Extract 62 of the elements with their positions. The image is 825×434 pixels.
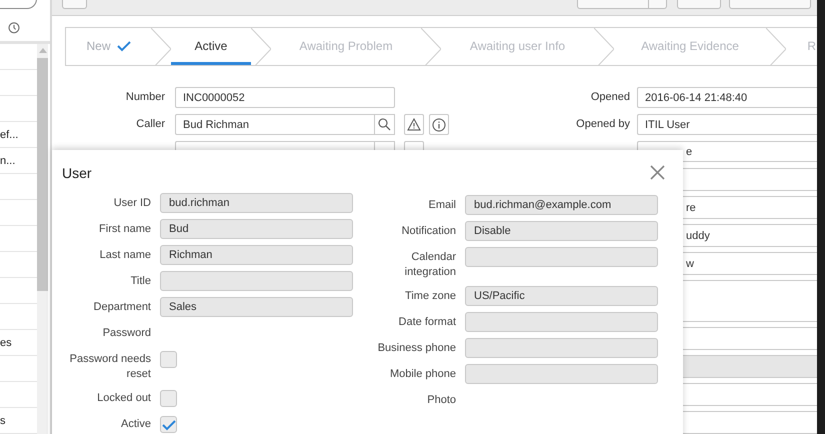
field-label: Department — [92, 300, 152, 315]
input-field[interactable]: ITIL User — [637, 114, 817, 135]
field-label: Date format — [398, 315, 457, 330]
warning-icon — [407, 118, 421, 131]
field-label: Last name — [98, 248, 152, 263]
toolbar-button[interactable] — [62, 0, 87, 9]
field-label: Opened by — [576, 118, 630, 130]
toolbar-button[interactable] — [677, 0, 721, 9]
field-label: Title — [130, 274, 152, 289]
input-field[interactable]: bud.richman@example.com — [465, 195, 658, 215]
info-icon — [432, 118, 446, 132]
input-field[interactable] — [465, 364, 658, 384]
input-field[interactable]: Richman — [160, 245, 353, 265]
input-field[interactable] — [160, 271, 353, 291]
field-label: Password needs reset — [68, 352, 152, 382]
field-label: Number — [126, 91, 165, 103]
field-label: Email — [427, 198, 457, 213]
field-label: Notification — [400, 224, 457, 239]
close-icon — [650, 165, 665, 180]
field-label: Business phone — [376, 341, 457, 356]
input-field[interactable]: bud.richman — [160, 193, 353, 213]
checkbox[interactable] — [160, 351, 177, 368]
field-label: Mobile phone — [388, 367, 457, 382]
input-field[interactable]: Disable — [465, 221, 658, 241]
search-button[interactable] — [375, 114, 395, 135]
sidebar-item[interactable]: es — [0, 336, 12, 348]
toolbar-button[interactable] — [577, 0, 667, 9]
scrollbar[interactable] — [37, 44, 48, 434]
dialog-title: User — [62, 164, 92, 180]
toolbar-button[interactable] — [729, 0, 811, 9]
field-label: Caller — [136, 118, 165, 130]
close-button[interactable] — [648, 163, 667, 182]
sidebar-item[interactable]: s — [0, 414, 6, 426]
sidebar-item[interactable]: ef... — [0, 128, 18, 140]
scroll-up-icon[interactable] — [38, 48, 46, 53]
input-field[interactable]: 2016-06-14 21:48:40 — [637, 87, 817, 108]
field-label: First name — [98, 222, 152, 237]
checkbox[interactable] — [160, 416, 177, 433]
field-label: Opened — [590, 91, 630, 103]
field-label: User ID — [112, 196, 152, 211]
input-field[interactable] — [465, 338, 658, 358]
progress-step[interactable]: Active — [171, 28, 251, 65]
input-field[interactable]: US/Pacific — [465, 286, 658, 306]
input-field[interactable] — [465, 312, 658, 332]
info-button[interactable] — [429, 114, 449, 135]
input-field[interactable]: Bud Richman — [175, 114, 375, 135]
search-icon — [378, 118, 391, 131]
field-label: Password — [102, 326, 152, 341]
clock-icon[interactable] — [7, 22, 21, 34]
warning-button[interactable] — [404, 114, 424, 135]
checkbox[interactable] — [160, 390, 177, 407]
input-field[interactable]: INC0000052 — [175, 87, 395, 108]
field-label: Locked out — [96, 391, 152, 406]
check-icon — [116, 40, 130, 52]
field-label: Photo — [426, 393, 457, 408]
input-field[interactable]: Sales — [160, 297, 353, 317]
field-label: Calendar integration — [404, 250, 457, 280]
field-label: Time zone — [404, 289, 457, 304]
input-field[interactable] — [465, 247, 658, 267]
sidebar-item[interactable]: n... — [0, 154, 16, 166]
field-label: Active — [120, 417, 152, 432]
input-field[interactable]: Bud — [160, 219, 353, 239]
